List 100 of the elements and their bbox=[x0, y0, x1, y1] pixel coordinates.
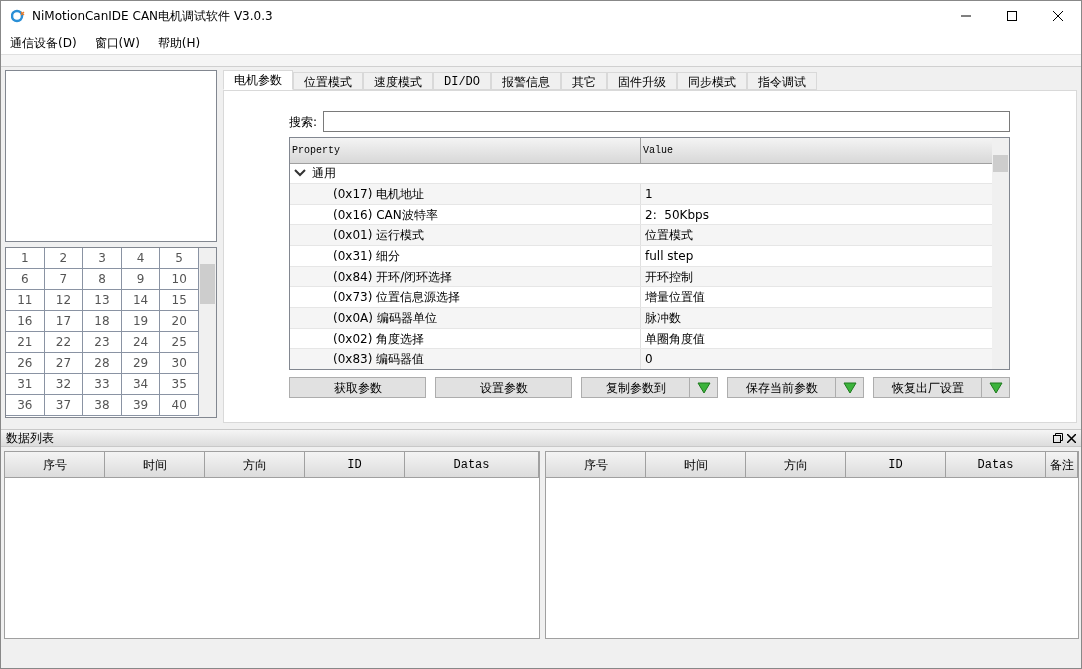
node-cell[interactable]: 30 bbox=[160, 353, 199, 374]
property-name: (0x83) 编码器值 bbox=[290, 349, 641, 369]
search-label: 搜索: bbox=[289, 113, 318, 131]
maximize-icon bbox=[1007, 11, 1017, 21]
column-header[interactable]: 方向 bbox=[746, 452, 846, 477]
node-cell[interactable]: 3 bbox=[83, 248, 122, 269]
dropdown-arrow-icon bbox=[988, 381, 1003, 394]
node-cell[interactable]: 20 bbox=[160, 311, 199, 332]
node-cell[interactable]: 4 bbox=[121, 248, 161, 269]
scrollbar[interactable] bbox=[992, 138, 1009, 369]
window-title: NiMotionCanIDE CAN电机调试软件 V3.0.3 bbox=[32, 8, 274, 25]
close-icon bbox=[1053, 11, 1063, 21]
close-icon[interactable] bbox=[1067, 433, 1076, 443]
property-value[interactable]: 1 bbox=[641, 184, 992, 204]
property-name: (0x0A) 编码器单位 bbox=[290, 308, 641, 328]
panel-title: 数据列表 bbox=[6, 430, 55, 447]
node-cell[interactable]: 17 bbox=[44, 311, 84, 332]
node-cell[interactable]: 2 bbox=[44, 248, 84, 269]
node-cell[interactable]: 38 bbox=[83, 395, 122, 416]
node-cell[interactable]: 7 bbox=[44, 269, 84, 290]
node-cell[interactable]: 9 bbox=[121, 269, 161, 290]
node-cell[interactable]: 19 bbox=[121, 311, 161, 332]
scrollbar-thumb[interactable] bbox=[200, 264, 215, 304]
split-button[interactable]: 复制参数到 bbox=[581, 377, 718, 398]
dropdown-arrow-icon bbox=[842, 381, 857, 394]
action-button[interactable]: 设置参数 bbox=[435, 377, 572, 398]
property-value[interactable]: 脉冲数 bbox=[641, 308, 992, 328]
node-cell[interactable]: 10 bbox=[160, 269, 199, 290]
node-cell[interactable]: 21 bbox=[6, 332, 45, 353]
tab[interactable]: 同步模式 bbox=[677, 72, 747, 90]
node-cell[interactable]: 39 bbox=[121, 395, 161, 416]
node-cell[interactable]: 22 bbox=[44, 332, 84, 353]
node-cell[interactable]: 14 bbox=[121, 290, 161, 311]
node-cell[interactable]: 18 bbox=[83, 311, 122, 332]
node-cell[interactable]: 29 bbox=[121, 353, 161, 374]
node-cell[interactable]: 23 bbox=[83, 332, 122, 353]
column-header[interactable]: Datas bbox=[946, 452, 1046, 477]
tab[interactable]: 固件升级 bbox=[607, 72, 677, 90]
node-cell[interactable]: 24 bbox=[121, 332, 161, 353]
column-header[interactable]: ID bbox=[305, 452, 405, 477]
chevron-icon[interactable] bbox=[294, 169, 306, 178]
node-cell[interactable]: 8 bbox=[83, 269, 122, 290]
node-cell[interactable]: 31 bbox=[6, 374, 45, 395]
tab[interactable]: 速度模式 bbox=[363, 72, 433, 90]
node-cell[interactable]: 27 bbox=[44, 353, 84, 374]
search-field[interactable] bbox=[323, 111, 1010, 132]
property-value[interactable]: 位置模式 bbox=[641, 225, 992, 246]
node-cell[interactable]: 33 bbox=[83, 374, 122, 395]
menu-item[interactable]: 窗口(W) bbox=[89, 33, 145, 52]
column-header[interactable]: 方向 bbox=[205, 452, 305, 477]
node-cell[interactable]: 15 bbox=[160, 290, 199, 311]
node-cell[interactable]: 12 bbox=[44, 290, 84, 311]
node-cell[interactable]: 16 bbox=[6, 311, 45, 332]
tab[interactable]: 其它 bbox=[561, 72, 607, 90]
node-cell[interactable]: 32 bbox=[44, 374, 84, 395]
menu-item[interactable]: 通信设备(D) bbox=[5, 33, 82, 52]
property-value[interactable]: 增量位置值 bbox=[641, 287, 992, 308]
column-header[interactable]: 时间 bbox=[105, 452, 205, 477]
node-cell[interactable]: 37 bbox=[44, 395, 84, 416]
scrollbar-thumb[interactable] bbox=[993, 155, 1008, 172]
column-header[interactable]: ID bbox=[846, 452, 946, 477]
category-label: 通用 bbox=[312, 165, 336, 183]
tab[interactable]: 指令调试 bbox=[747, 72, 817, 90]
column-header[interactable]: 备注 bbox=[1046, 452, 1078, 477]
action-button[interactable]: 获取参数 bbox=[289, 377, 426, 398]
node-cell[interactable]: 6 bbox=[6, 269, 45, 290]
column-header[interactable]: Datas bbox=[405, 452, 539, 477]
node-cell[interactable]: 40 bbox=[160, 395, 199, 416]
property-value[interactable]: 2: 50Kbps bbox=[641, 204, 992, 225]
node-cell[interactable]: 13 bbox=[83, 290, 122, 311]
column-header[interactable]: Value bbox=[641, 138, 992, 163]
split-button[interactable]: 恢复出厂设置 bbox=[873, 377, 1010, 398]
property-value[interactable]: full step bbox=[641, 246, 992, 266]
property-name: (0x17) 电机地址 bbox=[290, 184, 641, 204]
node-cell[interactable]: 5 bbox=[160, 248, 199, 269]
tab[interactable]: 报警信息 bbox=[491, 72, 561, 90]
property-name: (0x31) 细分 bbox=[290, 246, 641, 266]
property-value[interactable]: 开环控制 bbox=[641, 266, 992, 287]
property-value[interactable]: 单圈角度值 bbox=[641, 328, 992, 349]
node-cell[interactable]: 26 bbox=[6, 353, 45, 374]
split-button[interactable]: 保存当前参数 bbox=[727, 377, 864, 398]
column-header[interactable]: 时间 bbox=[646, 452, 746, 477]
node-cell[interactable]: 28 bbox=[83, 353, 122, 374]
node-cell[interactable]: 35 bbox=[160, 374, 199, 395]
dropdown-arrow-icon bbox=[696, 381, 711, 394]
tab[interactable]: DI/DO bbox=[433, 72, 491, 90]
node-cell[interactable]: 1 bbox=[6, 248, 45, 269]
column-header[interactable]: Property bbox=[290, 138, 641, 163]
tab[interactable]: 电机参数 bbox=[223, 70, 293, 90]
tab[interactable]: 位置模式 bbox=[293, 72, 363, 90]
node-cell[interactable]: 36 bbox=[6, 395, 45, 416]
property-value[interactable]: 0 bbox=[641, 349, 992, 369]
node-cell[interactable]: 11 bbox=[6, 290, 45, 311]
menu-item[interactable]: 帮助(H) bbox=[152, 33, 206, 52]
restore-icon[interactable] bbox=[1053, 433, 1063, 443]
scrollbar[interactable] bbox=[199, 248, 216, 417]
column-header[interactable]: 序号 bbox=[546, 452, 646, 477]
column-header[interactable]: 序号 bbox=[5, 452, 105, 477]
node-cell[interactable]: 34 bbox=[121, 374, 161, 395]
node-cell[interactable]: 25 bbox=[160, 332, 199, 353]
